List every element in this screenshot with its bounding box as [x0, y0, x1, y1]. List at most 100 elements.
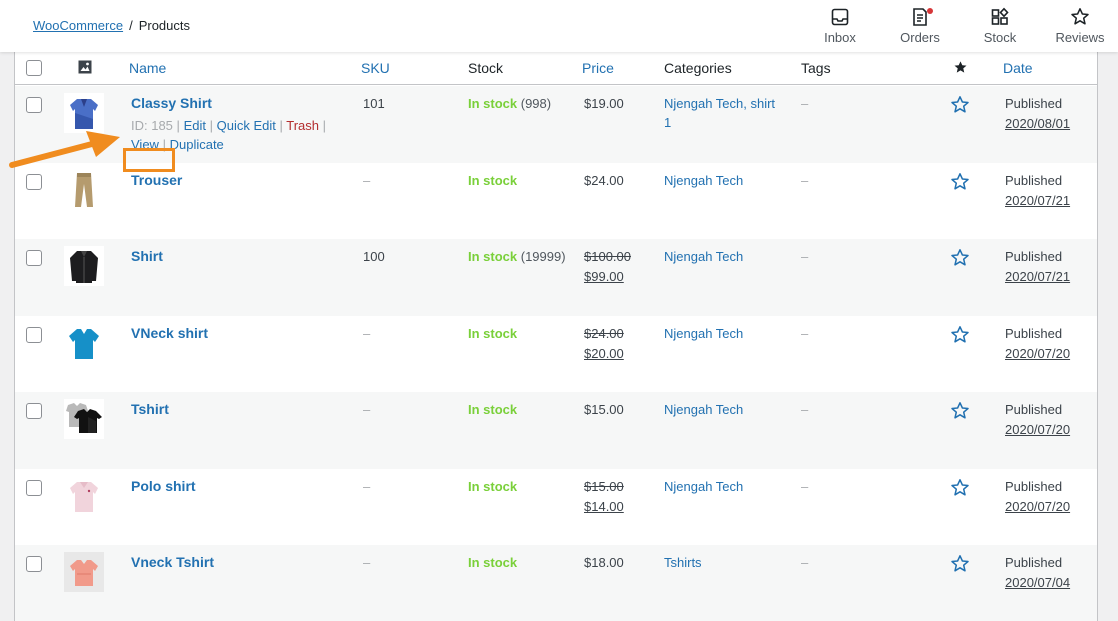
featured-star-icon[interactable] [950, 248, 970, 268]
publish-date: 2020/07/04 [1005, 575, 1071, 590]
price-value: $19.00 [584, 96, 624, 111]
publish-date: 2020/08/01 [1005, 116, 1071, 131]
stock-status-label: In stock [468, 402, 518, 417]
table-row: Classy Shirt ID: 185 | Edit | Quick Edit… [15, 86, 1097, 172]
category-link[interactable]: Njengah Tech [664, 400, 743, 419]
column-sku[interactable]: SKU [361, 60, 390, 76]
category-link[interactable]: Njengah Tech [664, 171, 743, 190]
table-row: Shirt 100 In stock (19999) $100.00 $99.0… [15, 239, 1097, 316]
stock-status-label: In stock [468, 479, 518, 494]
stock-status: In stock (19999) [468, 247, 566, 266]
trash-link[interactable]: Trash [286, 118, 319, 133]
image-icon [78, 60, 92, 74]
row-checkbox[interactable] [26, 556, 42, 572]
tags-value: – [801, 96, 809, 111]
sale-price: $20.00 [584, 346, 624, 361]
quick-edit-link[interactable]: Quick Edit [217, 118, 276, 133]
action-separator: | [322, 118, 327, 133]
row-checkbox[interactable] [26, 174, 42, 190]
breadcrumb-woocommerce-link[interactable]: WooCommerce [33, 18, 123, 33]
category-link[interactable]: Njengah Tech, shirt [664, 94, 775, 113]
row-checkbox[interactable] [26, 97, 42, 113]
publish-date: 2020/07/21 [1005, 193, 1071, 208]
product-thumbnail[interactable] [64, 399, 104, 439]
product-name-link[interactable]: Trouser [131, 171, 182, 190]
publish-date: 2020/07/20 [1005, 499, 1071, 514]
row-checkbox[interactable] [26, 327, 42, 343]
column-price[interactable]: Price [582, 60, 614, 76]
product-thumbnail[interactable] [64, 246, 104, 286]
action-separator: | [162, 137, 166, 152]
table-row: Tshirt – In stock $15.00 Njengah Tech – … [15, 392, 1097, 469]
products-table: Name SKU Stock Price Categories Tags Dat… [14, 52, 1098, 621]
column-categories: Categories [664, 60, 732, 76]
row-actions: ID: 185 | Edit | Quick Edit | Trash | [131, 116, 326, 135]
sku-value: – [363, 555, 371, 570]
stock-status: In stock [468, 553, 517, 572]
stock-status: In stock [468, 400, 517, 419]
row-checkbox[interactable] [26, 480, 42, 496]
featured-star-icon[interactable] [950, 172, 970, 192]
featured-star-icon[interactable] [950, 554, 970, 574]
stock-status-label: In stock [468, 326, 518, 341]
reviews-icon [1071, 8, 1089, 25]
sku-value: – [363, 326, 371, 341]
publish-date: 2020/07/20 [1005, 346, 1071, 361]
category-link[interactable]: Tshirts [664, 553, 702, 572]
product-name-link[interactable]: Vneck Tshirt [131, 553, 214, 572]
select-all-checkbox[interactable] [26, 60, 42, 76]
product-name-link[interactable]: Polo shirt [131, 477, 196, 496]
stock-quantity: (19999) [520, 249, 566, 264]
table-header: Name SKU Stock Price Categories Tags Dat… [15, 52, 1097, 85]
column-name[interactable]: Name [129, 60, 166, 76]
featured-star-icon[interactable] [950, 95, 970, 115]
view-link[interactable]: View [131, 137, 159, 152]
breadcrumb-separator: / [129, 18, 133, 33]
topnav-orders[interactable]: Orders [880, 0, 960, 52]
row-checkbox[interactable] [26, 403, 42, 419]
publish-status: Published [1005, 555, 1063, 570]
publish-status: Published [1005, 479, 1063, 494]
product-name-link[interactable]: Classy Shirt [131, 94, 212, 113]
stock-quantity: (998) [520, 96, 552, 111]
featured-star-icon[interactable] [950, 325, 970, 345]
category-link[interactable]: 1 [664, 113, 671, 132]
tags-value: – [801, 479, 809, 494]
featured-star-icon[interactable] [950, 401, 970, 421]
product-name-link[interactable]: VNeck shirt [131, 324, 208, 343]
product-name-link[interactable]: Tshirt [131, 400, 169, 419]
publish-date: 2020/07/20 [1005, 422, 1071, 437]
arrow-annotation [9, 131, 120, 168]
product-name-link[interactable]: Shirt [131, 247, 163, 266]
edit-link[interactable]: Edit [184, 118, 206, 133]
sku-value: 101 [363, 96, 385, 111]
regular-price: $100.00 [584, 249, 631, 264]
topnav-stock-label: Stock [983, 30, 1017, 45]
product-thumbnail[interactable] [64, 476, 104, 516]
stock-status: In stock [468, 171, 517, 190]
topnav-stock[interactable]: Stock [960, 0, 1040, 52]
sku-value: – [363, 479, 371, 494]
category-link[interactable]: Njengah Tech [664, 247, 743, 266]
regular-price: $15.00 [584, 479, 624, 494]
tags-value: – [801, 249, 809, 264]
sale-price: $14.00 [584, 499, 624, 514]
tags-value: – [801, 555, 809, 570]
product-thumbnail[interactable] [64, 170, 104, 210]
breadcrumb: WooCommerce / Products [33, 18, 190, 33]
category-link[interactable]: Njengah Tech [664, 324, 743, 343]
column-date[interactable]: Date [1003, 60, 1033, 76]
row-checkbox[interactable] [26, 250, 42, 266]
duplicate-link[interactable]: Duplicate [170, 137, 224, 152]
topnav-reviews[interactable]: Reviews [1040, 0, 1118, 52]
stock-status-label: In stock [468, 555, 518, 570]
price-value: $18.00 [584, 555, 624, 570]
featured-star-icon[interactable] [950, 478, 970, 498]
product-thumbnail[interactable] [64, 323, 104, 363]
category-link[interactable]: Njengah Tech [664, 477, 743, 496]
featured-star-icon[interactable] [953, 60, 968, 75]
topnav-inbox-label: Inbox [824, 30, 856, 45]
stock-status-label: In stock [468, 173, 518, 188]
topnav-inbox[interactable]: Inbox [800, 0, 880, 52]
product-thumbnail[interactable] [64, 552, 104, 592]
